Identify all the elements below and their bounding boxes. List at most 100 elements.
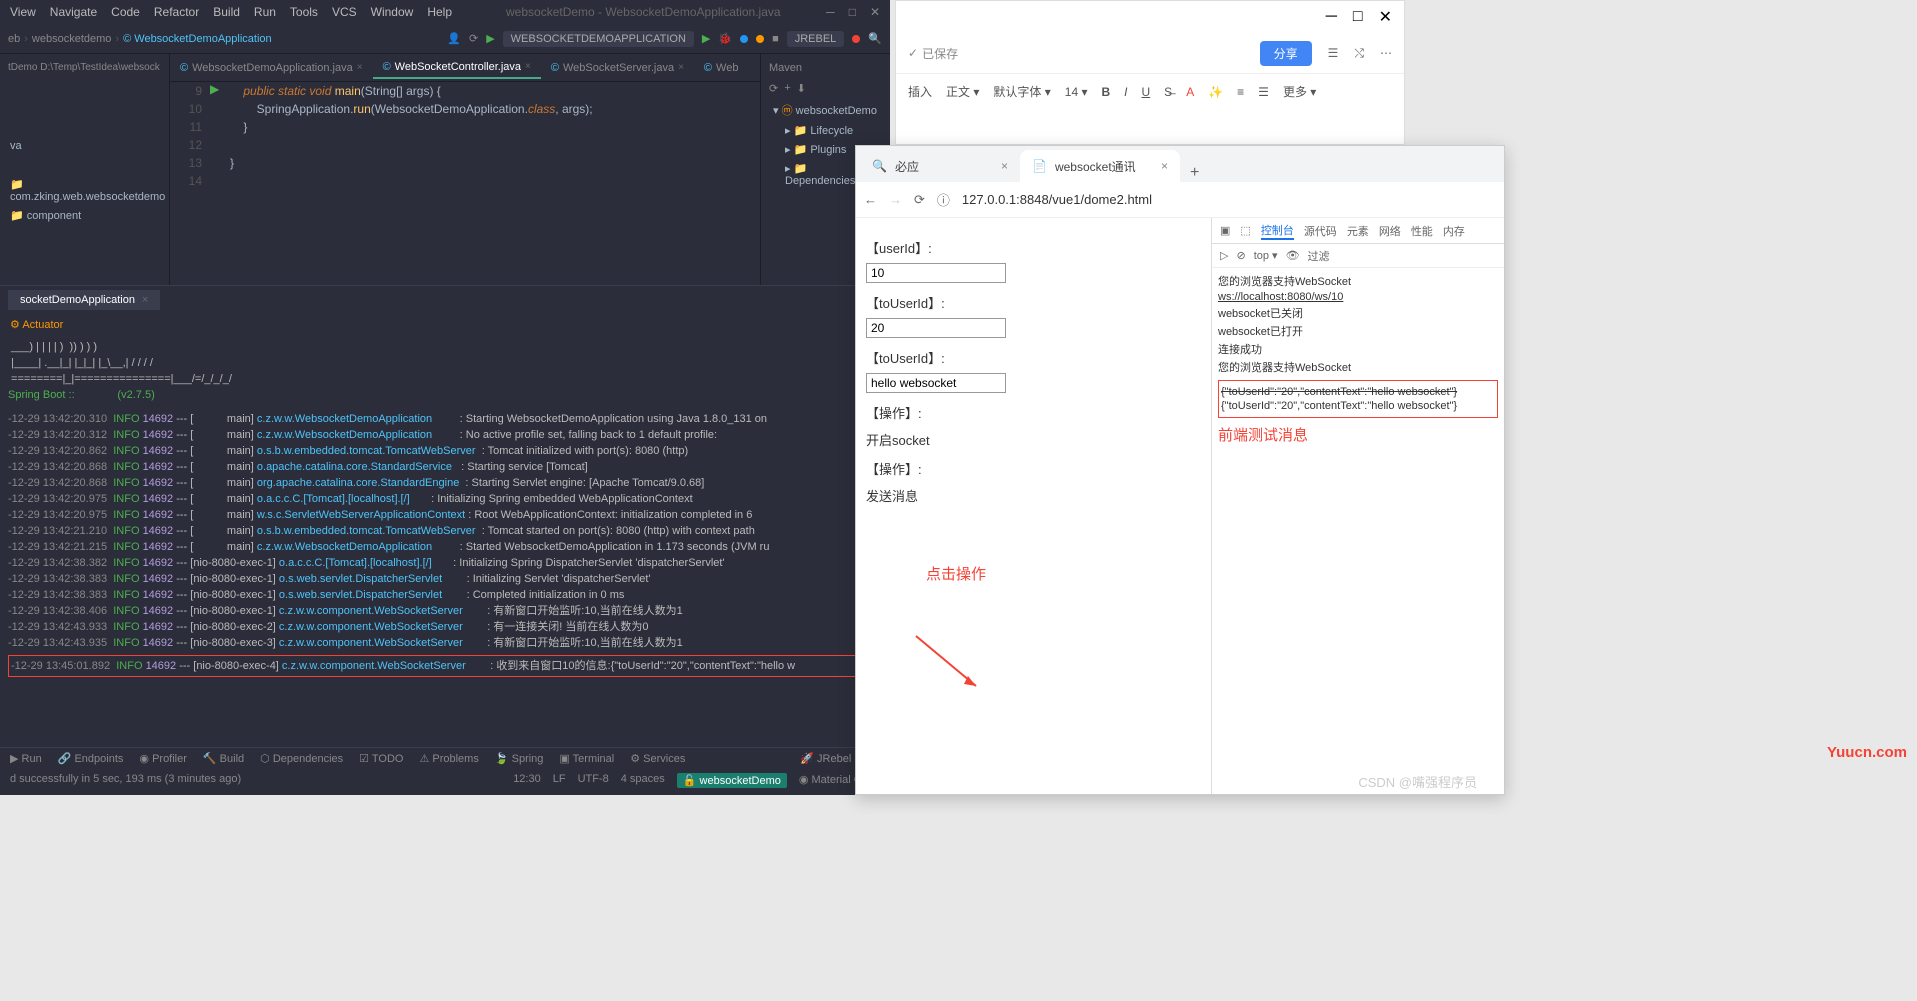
dt-elements[interactable]: 元素: [1347, 223, 1369, 239]
font-select[interactable]: 默认字体 ▾: [993, 83, 1050, 100]
close-icon[interactable]: ✕: [870, 5, 880, 19]
strike-icon[interactable]: S̶: [1164, 85, 1172, 99]
stop-icon[interactable]: ■: [772, 33, 779, 45]
status-indent[interactable]: 4 spaces: [621, 773, 665, 788]
menu-run[interactable]: Run: [254, 5, 276, 19]
bt-spring[interactable]: 🍃 Spring: [495, 752, 544, 765]
dt-network[interactable]: 网络: [1379, 223, 1401, 239]
status-enc[interactable]: UTF-8: [578, 773, 609, 788]
menu-code[interactable]: Code: [111, 5, 140, 19]
dt-sources[interactable]: 源代码: [1304, 223, 1337, 239]
run-tab-app[interactable]: socketDemoApplication ×: [8, 290, 160, 310]
user-icon[interactable]: 👤: [447, 32, 461, 45]
run-config-select[interactable]: WEBSOCKETDEMOAPPLICATION: [503, 31, 694, 47]
close-icon[interactable]: ×: [525, 61, 531, 72]
menu-navigate[interactable]: Navigate: [50, 5, 97, 19]
eye-icon[interactable]: 👁: [1286, 249, 1300, 262]
plus-icon[interactable]: +: [784, 82, 790, 95]
dt-console[interactable]: 控制台: [1261, 222, 1294, 240]
run-icon[interactable]: ▶: [486, 32, 494, 45]
run-play-icon[interactable]: ▶: [702, 32, 710, 45]
maven-lifecycle[interactable]: ▸ 📁 Lifecycle: [765, 121, 886, 140]
close-icon[interactable]: ✕: [1379, 7, 1392, 27]
tab-app[interactable]: ©WebsocketDemoApplication.java×: [170, 58, 373, 78]
minimize-icon[interactable]: ─: [826, 5, 835, 19]
tab-server[interactable]: ©WebSocketServer.java×: [541, 58, 694, 78]
menu-refactor[interactable]: Refactor: [154, 5, 199, 19]
status-lf[interactable]: LF: [553, 773, 566, 788]
tree-pkg1[interactable]: 📁 com.zking.web.websocketdemo: [4, 175, 165, 206]
reload-icon[interactable]: ⟳: [914, 192, 925, 208]
bt-build[interactable]: 🔨 Build: [203, 752, 244, 765]
list-icon[interactable]: ☰: [1258, 85, 1269, 99]
download-icon[interactable]: ⬇: [797, 82, 806, 95]
bt-problems[interactable]: ⚠ Problems: [419, 752, 478, 765]
refresh-icon[interactable]: ⟳: [769, 82, 778, 95]
close-icon[interactable]: ×: [678, 62, 684, 73]
bold-icon[interactable]: B: [1101, 85, 1110, 99]
url-input[interactable]: 127.0.0.1:8848/vue1/dome2.html: [962, 192, 1496, 207]
new-tab-button[interactable]: +: [1180, 164, 1209, 182]
play-icon[interactable]: ▷: [1220, 249, 1228, 262]
clear-icon[interactable]: ⊘: [1236, 249, 1245, 262]
italic-icon[interactable]: I: [1124, 85, 1127, 99]
share-button[interactable]: 分享: [1260, 41, 1312, 66]
dt-perf[interactable]: 性能: [1411, 223, 1433, 239]
profile-icon[interactable]: [756, 35, 764, 43]
back-icon[interactable]: ←: [864, 192, 877, 207]
size-select[interactable]: 14 ▾: [1065, 85, 1088, 99]
tree-pkg2[interactable]: 📁 component: [4, 206, 165, 225]
more-icon[interactable]: ⋯: [1380, 46, 1392, 60]
inspect-icon[interactable]: ⬚: [1240, 224, 1250, 237]
info-icon[interactable]: ⓘ: [937, 190, 950, 209]
menu-window[interactable]: Window: [371, 5, 414, 19]
align-icon[interactable]: ≡: [1237, 85, 1244, 99]
bc-1[interactable]: eb: [8, 33, 20, 45]
link-open-socket[interactable]: 开启socket: [866, 430, 1201, 449]
bt-endpoints[interactable]: 🔗 Endpoints: [58, 752, 124, 765]
shuffle-icon[interactable]: ⤭: [1354, 46, 1364, 61]
sync-icon[interactable]: ⟳: [469, 32, 478, 45]
bt-services[interactable]: ⚙ Services: [630, 752, 685, 765]
console-output[interactable]: ___) | | | | ) )) ) ) ) |____| .__|_| |_…: [0, 335, 890, 795]
style-select[interactable]: 正文 ▾: [946, 83, 979, 100]
minimize-icon[interactable]: ─: [1326, 8, 1337, 26]
tab-web[interactable]: ©Web: [694, 58, 749, 78]
dt-memory[interactable]: 内存: [1443, 223, 1465, 239]
menu-help[interactable]: Help: [427, 5, 452, 19]
devtools-console[interactable]: 您的浏览器支持WebSocket ws://localhost:8080/ws/…: [1212, 268, 1504, 794]
tree-file[interactable]: va: [4, 137, 165, 155]
list-icon[interactable]: ☰: [1328, 46, 1339, 60]
tab-bing[interactable]: 🔍 必应 ×: [860, 150, 1020, 182]
device-icon[interactable]: ▣: [1220, 224, 1230, 237]
highlight-icon[interactable]: ✨: [1208, 85, 1223, 99]
menu-view[interactable]: View: [10, 5, 36, 19]
menu-tools[interactable]: Tools: [290, 5, 318, 19]
close-icon[interactable]: ×: [357, 62, 363, 73]
jrebel-select[interactable]: JREBEL: [787, 31, 845, 47]
tab-controller[interactable]: ©WebSocketController.java×: [373, 57, 541, 79]
maximize-icon[interactable]: □: [849, 5, 856, 19]
bt-run[interactable]: ▶ Run: [10, 752, 42, 765]
menu-vcs[interactable]: VCS: [332, 5, 357, 19]
color-icon[interactable]: A: [1186, 85, 1194, 99]
bc-3[interactable]: © WebsocketDemoApplication: [123, 33, 272, 45]
bt-deps[interactable]: ⬡ Dependencies: [260, 752, 343, 765]
maximize-icon[interactable]: □: [1353, 8, 1363, 26]
maven-root[interactable]: ▾ ⓜ websocketDemo: [765, 99, 886, 121]
close-icon[interactable]: ×: [1161, 159, 1168, 173]
close-icon[interactable]: ×: [142, 294, 148, 306]
debug-icon[interactable]: 🐞: [718, 32, 732, 45]
menu-build[interactable]: Build: [213, 5, 240, 19]
close-icon[interactable]: ×: [1001, 159, 1008, 173]
link-send-msg[interactable]: 发送消息: [866, 486, 1201, 505]
input-content[interactable]: [866, 373, 1006, 393]
rec-icon[interactable]: [852, 35, 860, 43]
input-userid[interactable]: [866, 263, 1006, 283]
bt-terminal[interactable]: ▣ Terminal: [559, 752, 614, 765]
coverage-icon[interactable]: [740, 35, 748, 43]
bc-2[interactable]: websocketdemo: [32, 33, 112, 45]
bt-profiler[interactable]: ◉ Profiler: [139, 752, 187, 765]
insert-menu[interactable]: 插入: [908, 83, 932, 100]
filter-input[interactable]: 过滤: [1308, 248, 1330, 264]
